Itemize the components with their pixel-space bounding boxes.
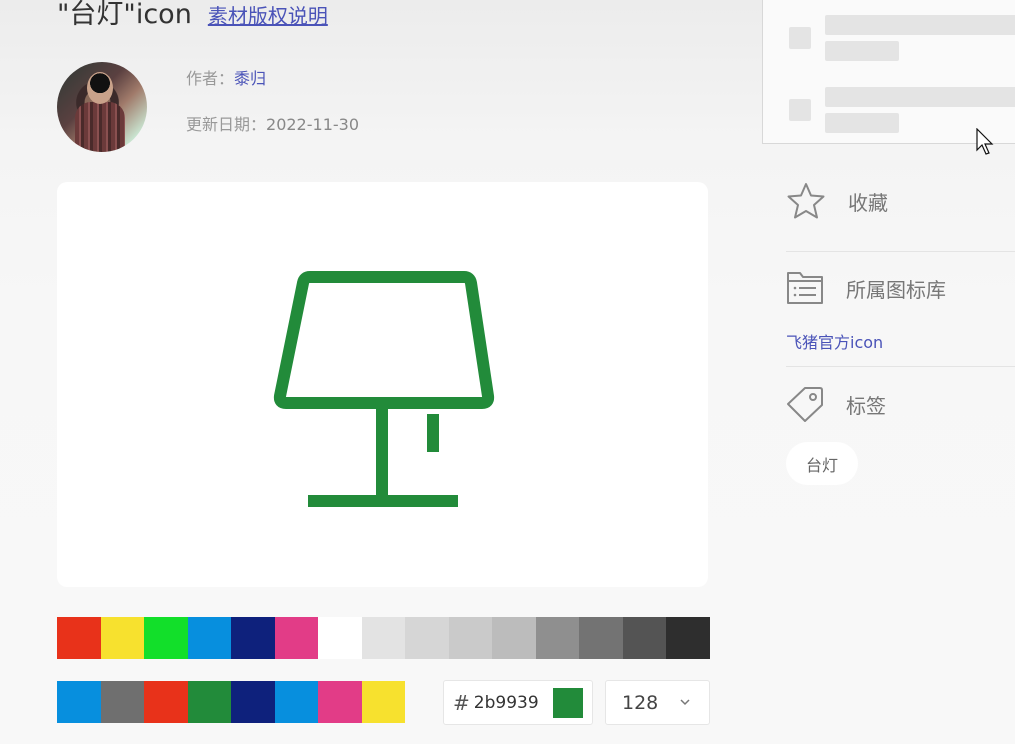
mouse-cursor-icon bbox=[976, 128, 994, 155]
color-swatch[interactable] bbox=[666, 617, 710, 659]
folder-list-icon bbox=[787, 272, 823, 304]
skeleton-line bbox=[825, 15, 1015, 35]
color-swatch[interactable] bbox=[187, 681, 231, 723]
page-title: "台灯"icon bbox=[57, 0, 192, 30]
favorite-button[interactable]: 收藏 bbox=[786, 181, 888, 221]
hash-symbol: # bbox=[453, 690, 470, 715]
updated-line: 更新日期：2022-11-30 bbox=[186, 111, 359, 135]
title-row: "台灯"icon 素材版权说明 bbox=[57, 0, 328, 31]
color-preview-swatch[interactable] bbox=[553, 688, 583, 718]
size-select[interactable]: 128 bbox=[605, 680, 710, 725]
color-swatch[interactable] bbox=[231, 617, 275, 659]
loading-placeholder-panel bbox=[762, 0, 1015, 144]
updated-date: 2022-11-30 bbox=[266, 115, 359, 134]
skeleton-block bbox=[789, 27, 811, 49]
library-name-link[interactable]: 飞猪官方icon bbox=[786, 329, 883, 353]
color-history-row bbox=[57, 681, 405, 723]
chevron-down-icon bbox=[680, 699, 690, 706]
color-palette-row1 bbox=[57, 617, 710, 659]
color-swatch[interactable] bbox=[361, 681, 405, 723]
author-name-link[interactable]: 黍归 bbox=[234, 69, 266, 88]
color-swatch[interactable] bbox=[274, 681, 318, 723]
color-swatch[interactable] bbox=[318, 681, 362, 723]
size-value: 128 bbox=[622, 691, 659, 714]
updated-label: 更新日期： bbox=[186, 115, 267, 134]
color-swatch[interactable] bbox=[100, 617, 144, 659]
avatar-head bbox=[87, 72, 113, 104]
library-section-header: 所属图标库 bbox=[786, 270, 946, 306]
tag-icon bbox=[787, 387, 823, 422]
color-swatch[interactable] bbox=[144, 617, 188, 659]
color-swatch[interactable] bbox=[492, 617, 536, 659]
author-avatar[interactable] bbox=[57, 62, 147, 152]
divider bbox=[786, 251, 1015, 252]
avatar-shirt bbox=[75, 102, 125, 152]
color-swatch[interactable] bbox=[579, 617, 623, 659]
tag-chip[interactable]: 台灯 bbox=[786, 442, 858, 485]
tags-label: 标签 bbox=[846, 393, 886, 418]
tags-section-header: 标签 bbox=[786, 385, 886, 423]
color-swatch[interactable] bbox=[57, 681, 101, 723]
color-swatch[interactable] bbox=[622, 617, 666, 659]
color-swatch[interactable] bbox=[231, 681, 275, 723]
library-label: 所属图标库 bbox=[846, 277, 946, 302]
icon-preview-canvas bbox=[57, 182, 708, 587]
color-swatch[interactable] bbox=[144, 681, 188, 723]
color-swatch[interactable] bbox=[274, 617, 318, 659]
color-swatch[interactable] bbox=[318, 617, 362, 659]
color-swatch[interactable] bbox=[100, 681, 144, 723]
divider bbox=[786, 366, 1015, 367]
hex-value[interactable]: 2b9939 bbox=[474, 693, 539, 713]
skeleton-line bbox=[825, 87, 1015, 107]
color-swatch[interactable] bbox=[361, 617, 405, 659]
copyright-link[interactable]: 素材版权说明 bbox=[208, 0, 328, 29]
skeleton-line bbox=[825, 113, 899, 133]
hex-color-input[interactable]: # 2b9939 bbox=[443, 680, 593, 725]
author-line: 作者：黍归 bbox=[186, 65, 266, 89]
color-swatch[interactable] bbox=[448, 617, 492, 659]
star-icon bbox=[787, 183, 825, 219]
color-swatch[interactable] bbox=[57, 617, 101, 659]
favorite-label: 收藏 bbox=[848, 190, 888, 215]
color-swatch[interactable] bbox=[535, 617, 579, 659]
color-swatch[interactable] bbox=[405, 617, 449, 659]
author-label: 作者： bbox=[186, 69, 235, 88]
skeleton-line bbox=[825, 41, 899, 61]
lamp-icon bbox=[273, 271, 495, 507]
skeleton-block bbox=[789, 99, 811, 121]
color-swatch[interactable] bbox=[187, 617, 231, 659]
